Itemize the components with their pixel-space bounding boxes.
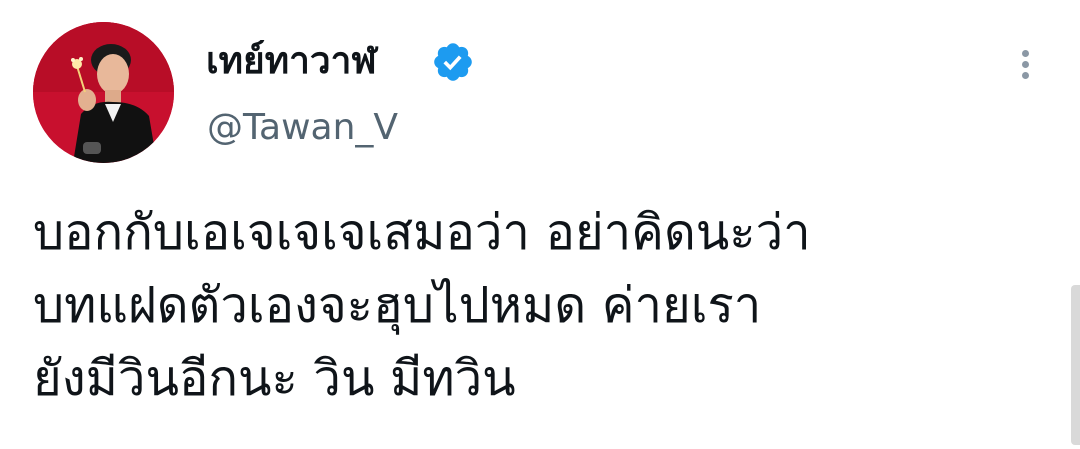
tweet-text: บอกกับเอเจเจเจเสมอว่า อย่าคิดนะว่า บทแฝด… [33,196,1043,415]
avatar-image [33,22,174,163]
scrollbar[interactable] [1071,285,1080,445]
avatar[interactable] [33,22,174,163]
more-vertical-icon[interactable] [1010,44,1040,84]
tweet-text-line: บทแฝดตัวเองจะฮุบไปหมด ค่ายเรา [33,277,762,334]
tweet-text-line: บอกกับเอเจเจเจเสมอว่า อย่าคิดนะว่า [33,204,811,261]
tweet-card: เทย์ทาวาฬ @Tawan_V บอกกับเอเจเจเจเสมอว่า… [0,0,1080,449]
user-handle[interactable]: @Tawan_V [207,110,398,146]
verified-badge-icon [434,43,472,81]
tweet-text-line: ยังมีวินอีกนะ วิน มีทวิน [33,350,516,407]
display-name[interactable]: เทย์ทาวาฬ [206,42,377,79]
